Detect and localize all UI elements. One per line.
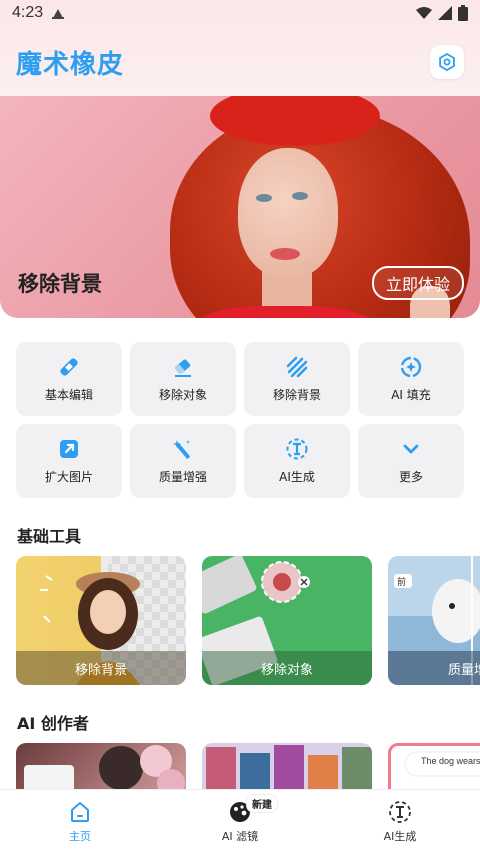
ai-card-1[interactable] <box>16 743 186 793</box>
signal-icon <box>438 6 452 20</box>
nav-home[interactable]: 主页 <box>20 800 140 844</box>
ai-card-image <box>404 751 480 777</box>
tool-card-remove-object[interactable]: 移除对象 <box>202 556 372 685</box>
settings-button[interactable] <box>430 45 464 79</box>
sparkle-fill-icon <box>400 356 422 378</box>
bandage-icon <box>58 356 80 378</box>
ai-card-2[interactable] <box>202 743 372 793</box>
basic-tools-carousel[interactable]: 移除背景 移除对象 前 质量增 <box>16 556 480 688</box>
nav-label: AI 滤镜 <box>221 829 259 843</box>
action-remove-object[interactable]: 移除对象 <box>130 342 236 416</box>
app-header: 魔术橡皮 <box>0 38 480 86</box>
hero-label: 移除背景 <box>18 272 102 296</box>
nav-label: 主页 <box>69 829 91 843</box>
section-title-basic-tools: 基础工具 <box>17 527 82 546</box>
action-label: 扩大图片 <box>44 469 93 484</box>
hero-lips <box>270 248 300 260</box>
tool-card-label: 质量增 <box>388 651 480 685</box>
wifi-icon <box>416 7 432 19</box>
hero-banner[interactable]: 移除背景 立即体验 <box>0 96 480 318</box>
battery-icon <box>458 5 468 21</box>
bottom-navigation: 主页 新建 AI 滤镜 AI生成 <box>0 789 480 853</box>
action-label: 移除背景 <box>272 387 321 402</box>
tool-card-label: 移除对象 <box>202 651 372 685</box>
gear-icon <box>439 53 455 71</box>
ai-card-image <box>206 745 372 793</box>
ai-card-3[interactable]: The dog wears <box>388 743 480 793</box>
action-ai-fill[interactable]: AI 填充 <box>358 342 464 416</box>
tool-card-tag: 前 <box>397 578 407 588</box>
ai-creator-carousel[interactable]: The dog wears <box>16 743 480 793</box>
text-cursor-icon <box>388 800 412 824</box>
nav-ai-generate[interactable]: AI生成 <box>340 800 460 844</box>
action-basic-edit[interactable]: 基本编辑 <box>16 342 122 416</box>
nav-label: AI生成 <box>383 829 417 843</box>
status-bar: 4:23 <box>0 0 480 26</box>
app-title: 魔术橡皮 <box>16 49 125 80</box>
hero-eye <box>256 194 272 202</box>
section-title-ai-creator: AI 创作者 <box>17 714 89 733</box>
action-label: AI生成 <box>279 469 315 484</box>
action-more[interactable]: 更多 <box>358 424 464 498</box>
action-label: 更多 <box>398 469 423 484</box>
action-label: 基本编辑 <box>44 387 93 402</box>
action-label: AI 填充 <box>391 387 431 402</box>
tool-card-remove-background[interactable]: 移除背景 <box>16 556 186 685</box>
eraser-icon <box>172 356 194 378</box>
quick-actions-grid: 基本编辑 移除对象 移除背景 AI 填充 扩大图片 质量增强 AI生成 更多 <box>16 342 464 498</box>
text-cursor-icon <box>286 438 308 460</box>
ai-card-prompt: The dog wears <box>421 756 480 766</box>
try-now-button[interactable]: 立即体验 <box>371 266 464 300</box>
action-label: 移除对象 <box>158 387 207 402</box>
ai-card-image <box>24 745 185 793</box>
action-remove-background[interactable]: 移除背景 <box>244 342 350 416</box>
action-ai-generate[interactable]: AI生成 <box>244 424 350 498</box>
stripes-icon <box>286 356 308 378</box>
tool-card-label: 移除背景 <box>16 651 186 685</box>
hero-eye <box>292 192 308 200</box>
tool-card-quality-enhance[interactable]: 前 质量增 <box>388 556 480 685</box>
notification-icon <box>52 9 65 19</box>
home-icon <box>68 800 92 824</box>
new-badge: 新建 <box>246 793 278 813</box>
status-icons <box>416 5 468 21</box>
action-expand-image[interactable]: 扩大图片 <box>16 424 122 498</box>
action-label: 质量增强 <box>158 469 207 484</box>
action-quality-enhance[interactable]: 质量增强 <box>130 424 236 498</box>
status-time: 4:23 <box>12 4 44 21</box>
nav-ai-filter[interactable]: 新建 AI 滤镜 <box>180 793 300 844</box>
magic-wand-icon <box>172 438 194 460</box>
chevron-down-icon <box>400 438 422 460</box>
expand-image-icon <box>58 438 80 460</box>
